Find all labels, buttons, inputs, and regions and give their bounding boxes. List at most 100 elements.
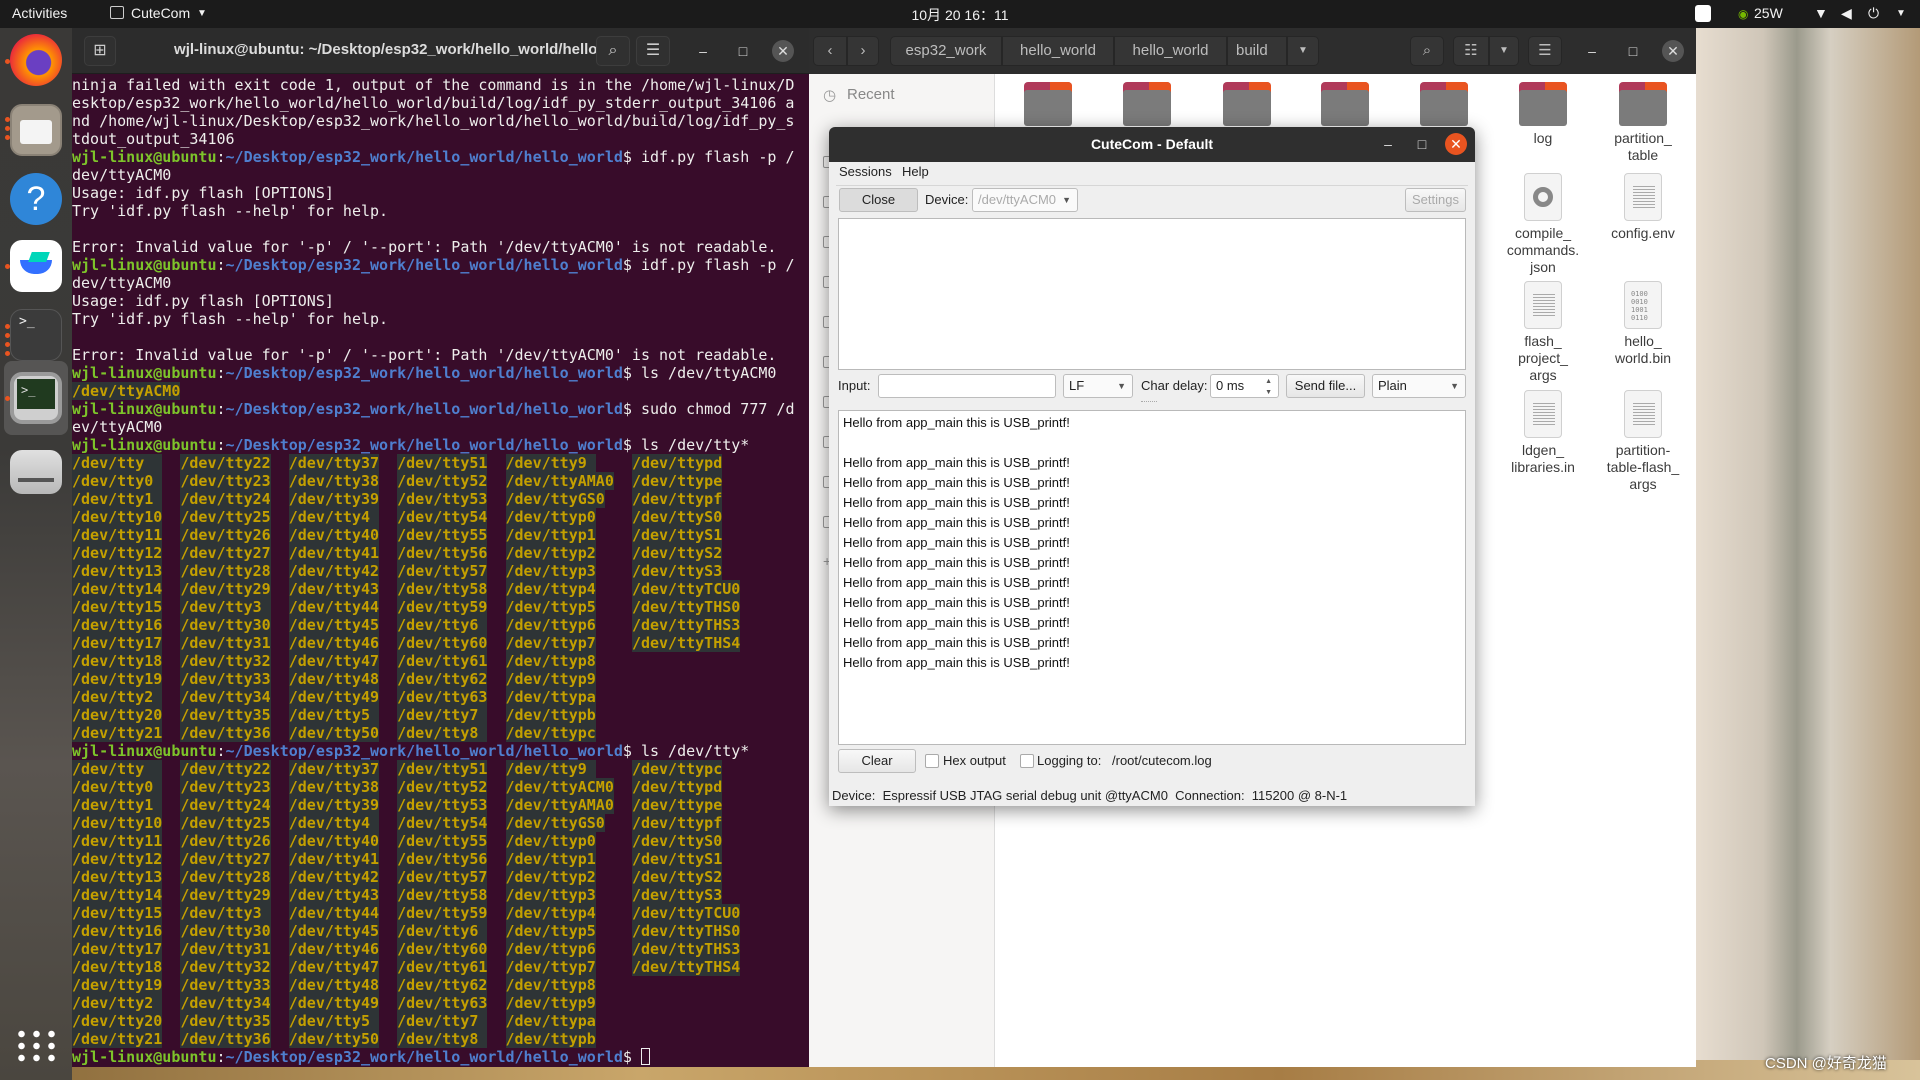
view-options-dropdown-icon[interactable]: ▼ bbox=[1489, 36, 1519, 66]
line-end-combo[interactable]: LF ▼ bbox=[1063, 374, 1133, 398]
device-entry: /dev/tty37 bbox=[288, 760, 380, 778]
text-file-icon[interactable] bbox=[1524, 390, 1562, 438]
system-menu-chevron-icon[interactable]: ▼ bbox=[1896, 8, 1906, 19]
folder-icon[interactable] bbox=[1223, 82, 1271, 126]
maximize-button[interactable]: □ bbox=[1411, 133, 1433, 155]
nvidia-icon[interactable]: ◉ bbox=[1738, 7, 1748, 21]
device-entry: /dev/tty59 bbox=[397, 598, 488, 616]
breadcrumb-hello-world-2[interactable]: hello_world bbox=[1114, 36, 1227, 66]
folder-name[interactable]: log bbox=[1495, 130, 1591, 147]
clear-button[interactable]: Clear bbox=[838, 749, 916, 773]
breadcrumb-esp32-work[interactable]: esp32_work bbox=[890, 36, 1002, 66]
folder-icon[interactable] bbox=[1420, 82, 1468, 126]
device-entry: /dev/ttypf bbox=[631, 490, 723, 508]
breadcrumb-build[interactable]: build bbox=[1227, 36, 1287, 66]
forward-button[interactable]: › bbox=[847, 36, 879, 66]
power-icon[interactable]: ⏻ bbox=[1868, 5, 1879, 22]
new-tab-button[interactable]: ⊞ bbox=[84, 36, 116, 66]
command: $ bbox=[622, 1048, 641, 1066]
file-name[interactable]: ldgen_ libraries.in bbox=[1495, 442, 1591, 476]
breadcrumb-hello-world[interactable]: hello_world bbox=[1002, 36, 1114, 66]
minimize-button[interactable]: – bbox=[1377, 133, 1399, 155]
folder-icon[interactable] bbox=[1321, 82, 1369, 126]
sidebar-item-recent[interactable]: Recent bbox=[847, 86, 895, 103]
help-icon[interactable]: ? bbox=[10, 173, 62, 225]
maximize-button[interactable]: □ bbox=[732, 40, 754, 62]
device-entry: /dev/tty52 bbox=[397, 778, 488, 796]
menu-button[interactable]: ☰ bbox=[636, 36, 670, 66]
chevron-down-icon[interactable]: ▼ bbox=[197, 8, 207, 19]
minimize-button[interactable]: – bbox=[692, 40, 714, 62]
file-name[interactable]: config.env bbox=[1595, 225, 1691, 242]
desktop-wallpaper bbox=[1696, 28, 1920, 1080]
search-button[interactable]: ⌕ bbox=[1410, 36, 1444, 66]
close-button[interactable]: ✕ bbox=[772, 40, 794, 62]
drive-icon[interactable] bbox=[10, 450, 62, 494]
menu-sessions[interactable]: Sessions bbox=[839, 160, 892, 184]
binary-file-icon[interactable]: 0100 0010 1001 0110 bbox=[1624, 281, 1662, 329]
menu-help[interactable]: Help bbox=[902, 160, 929, 184]
send-file-button[interactable]: Send file... bbox=[1286, 374, 1365, 398]
dock: ? >_ >_ bbox=[0, 28, 72, 1080]
device-combo[interactable]: /dev/ttyACM0 ▼ bbox=[972, 188, 1078, 212]
show-apps-grid-icon[interactable] bbox=[14, 1028, 58, 1064]
minimize-button[interactable]: – bbox=[1581, 40, 1603, 62]
file-name[interactable]: flash_ project_ args bbox=[1495, 333, 1591, 384]
folder-icon[interactable] bbox=[1519, 82, 1567, 126]
file-name[interactable]: partition-table-flash_ args bbox=[1595, 442, 1691, 493]
close-button[interactable]: ✕ bbox=[1662, 40, 1684, 62]
folder-name[interactable]: partition_ table bbox=[1595, 130, 1691, 164]
file-name[interactable]: hello_ world.bin bbox=[1595, 333, 1691, 367]
terminal-icon[interactable]: >_ bbox=[10, 309, 62, 361]
terminal-output[interactable]: ninja failed with exit code 1, output of… bbox=[72, 76, 809, 1067]
maximize-button[interactable]: □ bbox=[1622, 40, 1644, 62]
device-entry: /dev/ttyp6 bbox=[505, 616, 596, 634]
log-path[interactable]: /root/cutecom.log bbox=[1112, 749, 1212, 773]
firefox-icon[interactable] bbox=[10, 34, 62, 86]
text-file-icon[interactable] bbox=[1624, 173, 1662, 221]
device-entry: /dev/tty10 bbox=[72, 508, 163, 526]
file-name[interactable]: compile_ commands. json bbox=[1495, 225, 1591, 276]
settings-button[interactable]: Settings bbox=[1405, 188, 1466, 212]
cursor bbox=[640, 1048, 650, 1065]
device-entry: /dev/ttyp2 bbox=[505, 544, 596, 562]
device-entry: /dev/tty20 bbox=[72, 706, 163, 724]
folder-icon[interactable] bbox=[1123, 82, 1171, 126]
char-delay-spinbox[interactable]: 0 ms ▲ ▼ bbox=[1210, 374, 1279, 398]
files-icon[interactable] bbox=[10, 104, 62, 156]
clock[interactable]: 10月 20 16：11 bbox=[0, 5, 1920, 25]
spin-arrows-icon[interactable]: ▲ ▼ bbox=[1265, 376, 1272, 398]
app-menu[interactable]: CuteCom bbox=[131, 5, 190, 21]
text-file-icon[interactable] bbox=[1624, 390, 1662, 438]
feishu-tray-icon[interactable] bbox=[1695, 5, 1711, 22]
hex-output-checkbox[interactable] bbox=[925, 754, 939, 768]
command-history[interactable] bbox=[838, 218, 1466, 370]
folder-icon[interactable] bbox=[1024, 82, 1072, 126]
input-label: Input: bbox=[838, 378, 871, 393]
status-connection: 115200 @ 8-N-1 bbox=[1251, 788, 1348, 803]
search-button[interactable]: ⌕ bbox=[596, 36, 630, 66]
input-field[interactable] bbox=[878, 374, 1056, 398]
text-file-icon[interactable] bbox=[1524, 281, 1562, 329]
close-port-button[interactable]: Close bbox=[839, 188, 918, 212]
feishu-icon[interactable] bbox=[10, 240, 62, 292]
close-button[interactable]: ✕ bbox=[1445, 133, 1467, 155]
volume-icon[interactable]: ◀ bbox=[1841, 5, 1852, 22]
activities-button[interactable]: Activities bbox=[12, 5, 67, 21]
breadcrumb-dropdown-icon[interactable]: ▼ bbox=[1287, 36, 1319, 66]
received-data-area[interactable]: Hello from app_main this is USB_printf! H… bbox=[838, 410, 1466, 745]
splitter-handle[interactable] bbox=[1141, 401, 1157, 403]
back-button[interactable]: ‹ bbox=[813, 36, 847, 66]
device-entry: /dev/tty1 bbox=[72, 796, 163, 814]
device-entry: /dev/tty29 bbox=[180, 580, 271, 598]
format-combo[interactable]: Plain ▼ bbox=[1372, 374, 1466, 398]
logging-checkbox[interactable] bbox=[1020, 754, 1034, 768]
menu-button[interactable]: ☰ bbox=[1528, 36, 1562, 66]
json-file-icon[interactable] bbox=[1524, 173, 1562, 221]
terminal-active-icon[interactable]: >_ bbox=[10, 372, 62, 424]
ls-output-row: /dev/tty13 /dev/tty28 /dev/tty42 /dev/tt… bbox=[72, 562, 809, 580]
folder-icon[interactable] bbox=[1619, 82, 1667, 126]
device-entry: /dev/tty13 bbox=[72, 562, 163, 580]
wifi-icon[interactable]: ▼ bbox=[1814, 5, 1828, 21]
list-view-icon[interactable]: ☷ bbox=[1453, 36, 1489, 66]
